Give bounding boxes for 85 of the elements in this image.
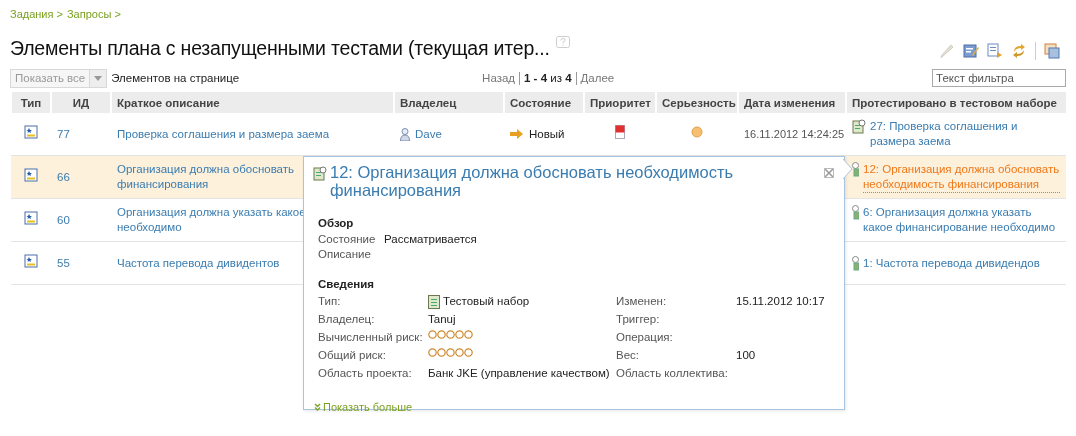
filter-field[interactable]: Текст фильтра xyxy=(932,69,1066,87)
id-text: 77 xyxy=(57,127,70,140)
field-label: Вес: xyxy=(616,348,640,363)
field-value: 100 xyxy=(736,348,757,363)
page-range: 1 - 4 из 4 xyxy=(524,72,572,84)
id-text: 60 xyxy=(57,213,70,226)
show-more-link[interactable]: Показать больше xyxy=(314,401,830,413)
export-list-icon[interactable] xyxy=(987,43,1003,59)
section-heading: Обзор xyxy=(318,217,355,229)
field-label: Область проекта: xyxy=(318,366,413,381)
per-page-label: Элементов на странице xyxy=(111,72,240,84)
refresh-icon[interactable] xyxy=(1011,43,1027,59)
column-header[interactable]: Приоритет xyxy=(584,92,656,113)
field-label: Состояние xyxy=(318,233,377,245)
test-suite-link[interactable]: 6: Организация должна указать какое финансирование необходимо xyxy=(863,205,1060,235)
user-icon xyxy=(400,127,410,141)
requirement-icon xyxy=(24,168,38,182)
summary-link[interactable]: Проверка соглашения и размера заема xyxy=(117,126,388,142)
field-value: Банк JKE (управление качеством) xyxy=(428,366,610,381)
previous-link[interactable]: Назад xyxy=(482,72,516,84)
column-header[interactable]: Серьезность xyxy=(656,92,738,113)
table-row[interactable]: 77 Проверка соглашения и размера заема Dave Новый 16.11.2012 14:24:25 27: Проверка соглашения и размера заема xyxy=(11,113,1066,156)
lightbulb-icon xyxy=(852,255,859,271)
lightbulb-icon xyxy=(852,205,859,220)
field-label: Операция: xyxy=(616,330,674,345)
column-header[interactable]: ИД xyxy=(51,92,111,113)
field-label: Описание xyxy=(318,248,372,260)
popup-title: 12: Организация должна обосновать необходимость финансирования xyxy=(330,163,735,199)
field-label: Вычисленный риск: xyxy=(318,330,424,345)
risk-circle-icon xyxy=(437,348,446,357)
test-suite-link[interactable]: 1: Частота перевода дивидендов xyxy=(863,255,1040,271)
requirement-icon xyxy=(24,211,38,225)
column-header[interactable]: Состояние xyxy=(504,92,584,113)
field-label: Владелец: xyxy=(318,312,376,327)
priority-icon xyxy=(615,125,625,139)
requirement-icon xyxy=(24,254,38,268)
test-suite-icon xyxy=(313,166,327,181)
severity-dot-icon xyxy=(691,126,703,138)
owner-link[interactable]: Dave xyxy=(415,126,442,142)
risk-circle-icon xyxy=(455,330,464,339)
risk-circle-icon xyxy=(464,330,473,339)
close-icon[interactable] xyxy=(824,168,834,178)
field-label: Общий риск: xyxy=(318,348,387,363)
risk-circle-icon xyxy=(464,348,473,357)
column-header[interactable]: Владелец xyxy=(394,92,504,113)
state-text: Новый xyxy=(529,126,565,142)
page-title: Элементы плана с незапущенными тестами (текущая итер... xyxy=(10,37,550,60)
section-heading: Сведения xyxy=(318,278,376,290)
column-header[interactable]: Тип xyxy=(11,92,51,113)
field-value: Tanuj xyxy=(428,312,456,327)
risk-circle-icon xyxy=(446,348,455,357)
test-suite-icon xyxy=(428,294,440,309)
column-header[interactable]: Краткое описание xyxy=(111,92,394,113)
breadcrumb-link[interactable]: Запросы > xyxy=(66,8,121,20)
test-suite-link[interactable]: 27: Проверка соглашения и размера заема xyxy=(870,119,1060,149)
pencil-icon[interactable] xyxy=(939,43,955,59)
field-value: Рассматривается xyxy=(384,233,478,245)
risk-circle-icon xyxy=(455,348,464,357)
id-text: 55 xyxy=(57,256,70,269)
arrow-right-icon xyxy=(510,129,524,139)
test-suite-icon xyxy=(852,119,866,134)
field-value: Тестовый набор xyxy=(443,294,530,309)
help-icon[interactable] xyxy=(555,36,570,50)
lightbulb-icon xyxy=(852,161,859,177)
edit-form-icon[interactable] xyxy=(963,43,979,59)
caret-icon xyxy=(89,69,107,87)
field-label: Изменен: xyxy=(616,294,668,309)
field-label: Область коллектива: xyxy=(616,366,729,381)
id-text: 66 xyxy=(57,170,70,183)
field-label: Триггер: xyxy=(616,312,661,327)
field-label: Тип: xyxy=(318,294,342,309)
requirement-icon xyxy=(24,125,38,139)
risk-circle-icon xyxy=(437,330,446,339)
table-icon[interactable] xyxy=(1044,43,1060,59)
risk-circle-icon xyxy=(428,348,437,357)
breadcrumb-link[interactable]: Задания > xyxy=(10,8,63,20)
column-header[interactable]: Протестировано в тестовом наборе xyxy=(846,92,1066,113)
next-link[interactable]: Далее xyxy=(580,72,615,84)
date-text: 16.11.2012 14:24:25 xyxy=(744,127,845,140)
risk-circle-icon xyxy=(446,330,455,339)
risk-circle-icon xyxy=(428,330,437,339)
field-value: 15.11.2012 10:17 xyxy=(736,294,826,309)
show-all-dropdown[interactable]: Показать все xyxy=(10,68,108,88)
column-header[interactable]: Дата изменения xyxy=(738,92,846,113)
double-chevron-icon xyxy=(314,403,321,411)
